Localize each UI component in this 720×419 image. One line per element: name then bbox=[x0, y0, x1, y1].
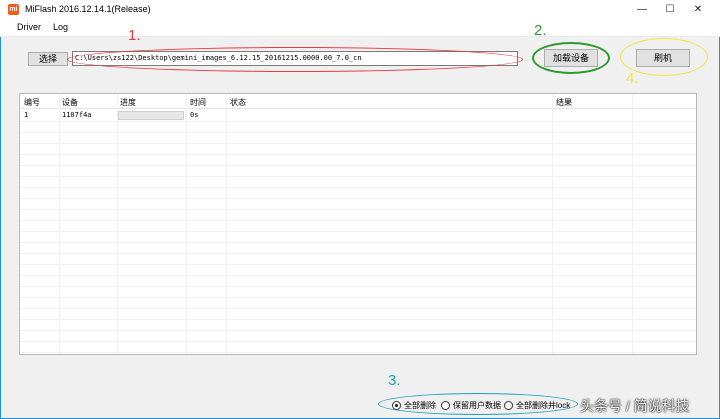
annotation-step-4: 4. bbox=[626, 70, 639, 87]
row-divider bbox=[20, 176, 696, 177]
close-button[interactable]: ✕ bbox=[684, 0, 712, 19]
select-folder-button[interactable]: 选择 bbox=[28, 52, 68, 66]
menu-log[interactable]: Log bbox=[53, 22, 68, 32]
row-divider bbox=[20, 308, 696, 309]
header-time[interactable]: 时间 bbox=[190, 97, 206, 108]
row-divider bbox=[20, 143, 696, 144]
row-divider bbox=[20, 165, 696, 166]
column-divider bbox=[117, 94, 118, 354]
row-divider bbox=[20, 253, 696, 254]
row-divider bbox=[20, 352, 696, 353]
row-progress-bar bbox=[118, 111, 184, 120]
column-divider bbox=[552, 94, 553, 354]
row-divider bbox=[20, 242, 696, 243]
watermark-text: 头条号 / 简说科技 bbox=[580, 398, 690, 414]
header-progress[interactable]: 进度 bbox=[120, 97, 136, 108]
row-divider bbox=[20, 154, 696, 155]
row-divider bbox=[20, 220, 696, 221]
title-bar: mi MiFlash 2016.12.14.1(Release) — ☐ ✕ bbox=[0, 0, 720, 19]
row-divider bbox=[20, 341, 696, 342]
row-divider bbox=[20, 132, 696, 133]
row-divider bbox=[20, 330, 696, 331]
row-index: 1 bbox=[24, 111, 29, 119]
annotation-ellipse-red bbox=[67, 47, 523, 72]
header-index[interactable]: 编号 bbox=[24, 97, 40, 108]
minimize-button[interactable]: — bbox=[628, 0, 656, 19]
column-divider bbox=[632, 94, 633, 354]
row-divider bbox=[20, 275, 696, 276]
menu-bar: Driver Log bbox=[0, 19, 720, 37]
header-divider bbox=[20, 108, 696, 109]
app-logo-icon: mi bbox=[8, 4, 19, 15]
row-divider bbox=[20, 297, 696, 298]
menu-driver[interactable]: Driver bbox=[17, 22, 41, 32]
column-divider bbox=[186, 94, 187, 354]
header-device[interactable]: 设备 bbox=[62, 97, 78, 108]
row-divider bbox=[20, 231, 696, 232]
header-status[interactable]: 状态 bbox=[230, 97, 246, 108]
maximize-button[interactable]: ☐ bbox=[656, 0, 684, 19]
row-divider bbox=[20, 121, 696, 122]
row-device-id: 1107f4a bbox=[62, 111, 92, 119]
row-divider bbox=[20, 187, 696, 188]
window-title: MiFlash 2016.12.14.1(Release) bbox=[25, 4, 151, 14]
annotation-ellipse-green bbox=[532, 42, 610, 74]
row-divider bbox=[20, 198, 696, 199]
row-divider bbox=[20, 209, 696, 210]
device-table: 编号 设备 进度 时间 状态 结果 1 1107f4a 0s bbox=[19, 93, 697, 355]
column-divider bbox=[59, 94, 60, 354]
row-divider bbox=[20, 286, 696, 287]
annotation-step-3: 3. bbox=[388, 372, 401, 389]
column-divider bbox=[226, 94, 227, 354]
annotation-step-1: 1. bbox=[128, 27, 141, 44]
annotation-step-2: 2. bbox=[534, 22, 547, 39]
row-divider bbox=[20, 264, 696, 265]
header-result[interactable]: 结果 bbox=[556, 97, 572, 108]
annotation-ellipse-teal bbox=[378, 393, 578, 415]
row-time: 0s bbox=[190, 111, 199, 119]
row-divider bbox=[20, 319, 696, 320]
